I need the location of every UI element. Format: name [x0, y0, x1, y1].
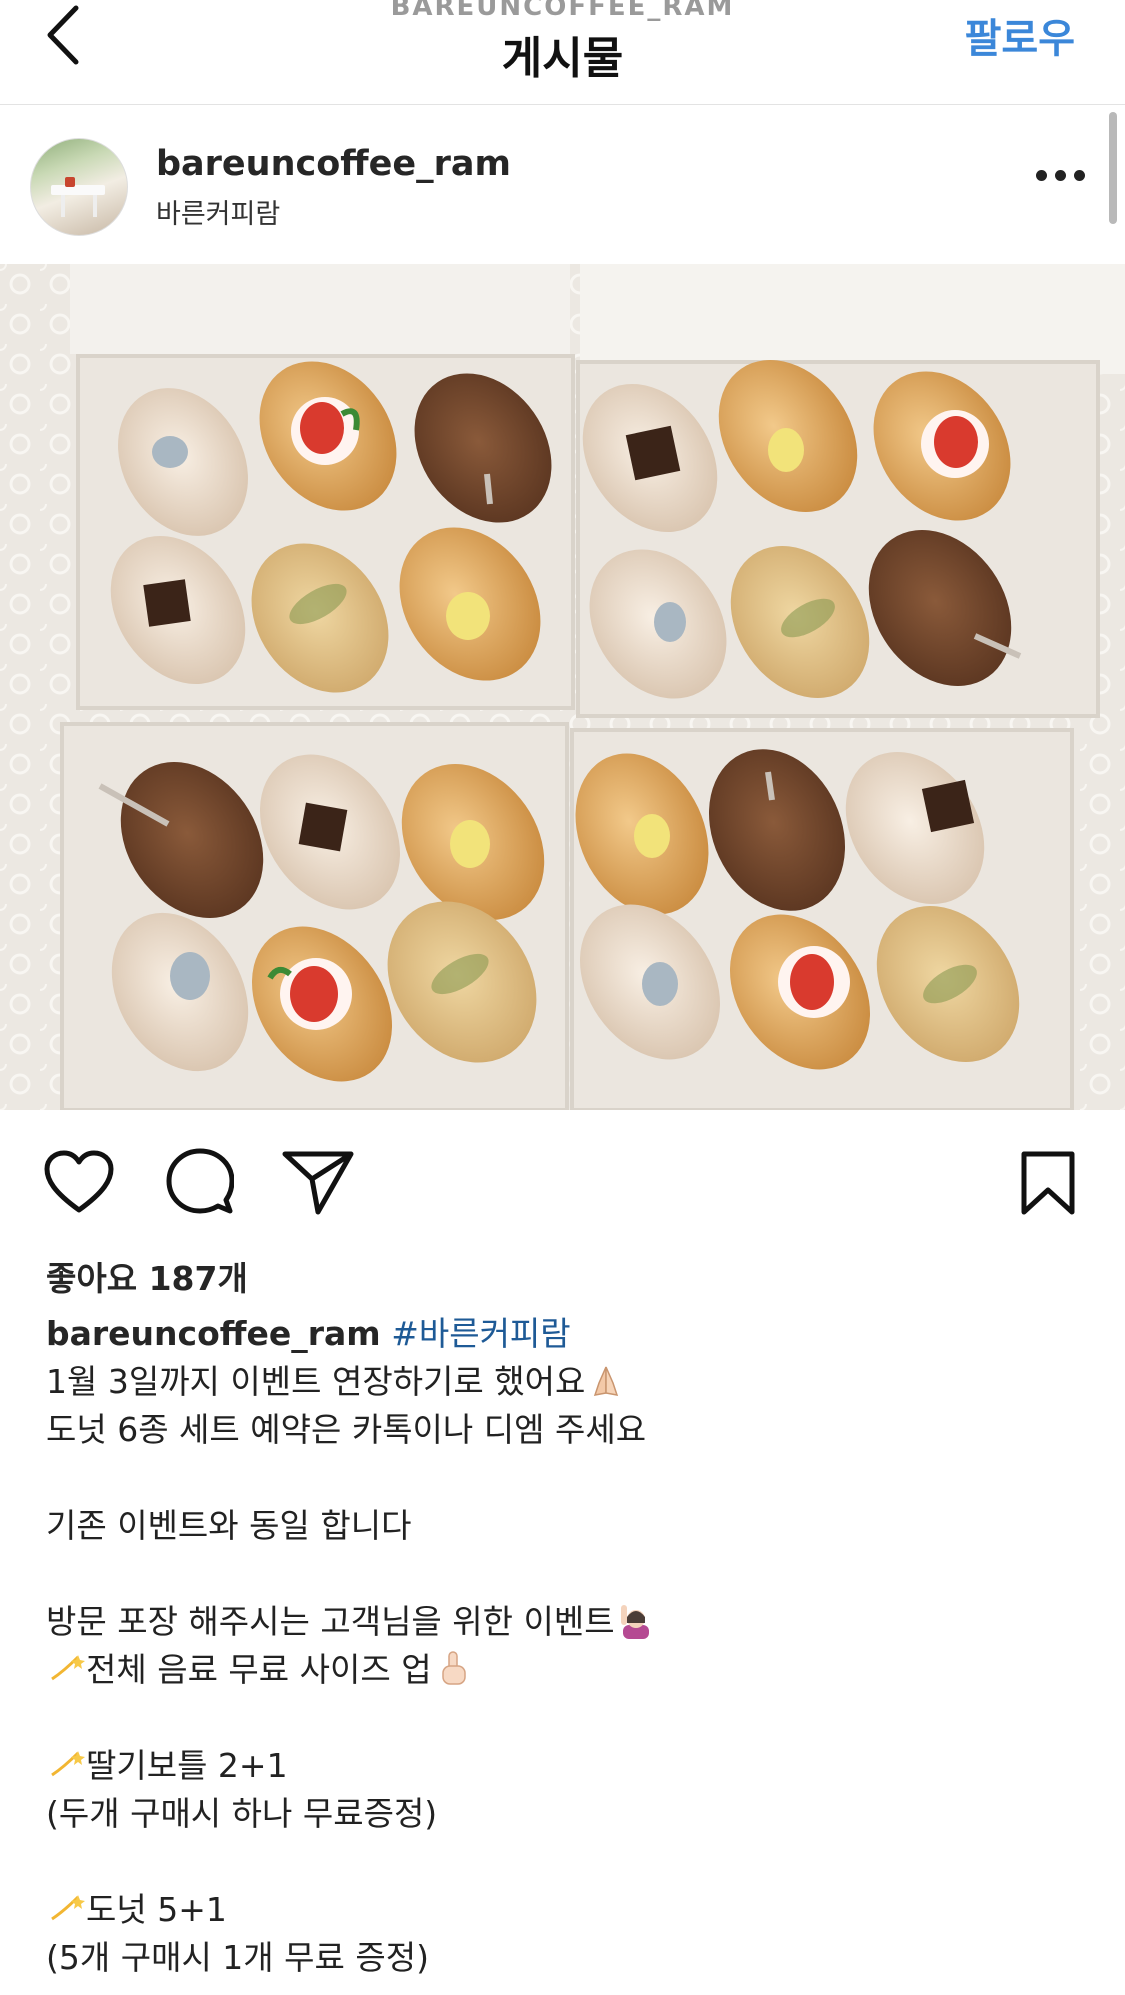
post-caption: bareuncoffee_ram #바른커피람 1월 3일까지 이벤트 연장하기… — [46, 1310, 1086, 1982]
caption-line-8 — [46, 1694, 1086, 1742]
avatar[interactable] — [30, 138, 128, 236]
dizzy-star-emoji — [51, 1751, 85, 1777]
post-username[interactable]: bareuncoffee_ram — [156, 144, 511, 184]
follow-button[interactable]: 팔로우 — [965, 6, 1075, 64]
caption-line-6: 방문 포장 해주시는 고객님을 위한 이벤트 — [46, 1598, 1086, 1646]
scrollbar[interactable] — [1109, 112, 1117, 224]
more-options-icon[interactable] — [1036, 170, 1086, 184]
caption-hashtag[interactable]: #바른커피람 — [391, 1314, 570, 1353]
caption-line-2: 도넛 6종 세트 예약은 카톡이나 디엠 주세요 — [46, 1410, 647, 1449]
caption-line-11 — [46, 1838, 1086, 1886]
caption-line-12: 도넛 5+1 — [46, 1886, 1086, 1934]
top-header: BAREUNCOFFEE_RAM 게시물 팔로우 — [0, 0, 1125, 105]
caption-header: bareuncoffee_ram #바른커피람 — [46, 1310, 1086, 1358]
post-actions — [0, 1110, 1125, 1260]
dizzy-star-emoji — [51, 1655, 85, 1681]
comment-bubble-icon[interactable] — [166, 1148, 234, 1216]
caption-line-7: 전체 음료 무료 사이즈 업 — [46, 1646, 1086, 1694]
caption-line-4: 기존 이벤트와 동일 합니다 — [46, 1506, 412, 1545]
page-title: 게시물 — [501, 33, 624, 84]
account-subtitle: BAREUNCOFFEE_RAM — [390, 0, 735, 22]
person-raising-hand-emoji — [620, 1605, 649, 1639]
pointing-up-emoji — [441, 1651, 466, 1685]
post-header: bareuncoffee_ram 바른커피람 — [0, 104, 1125, 264]
like-count[interactable]: 좋아요 187개 — [46, 1252, 248, 1300]
caption-line-13: (5개 구매시 1개 무료 증정) — [46, 1938, 429, 1977]
caption-line-3 — [46, 1454, 1086, 1502]
heart-icon[interactable] — [44, 1150, 114, 1214]
post-photo[interactable] — [0, 264, 1125, 1110]
caption-line-1: 1월 3일까지 이벤트 연장하기로 했어요 — [46, 1358, 1086, 1406]
caption-line-9: 딸기보틀 2+1 — [46, 1742, 1086, 1790]
donut-box-photo — [0, 264, 1125, 1110]
paper-plane-icon[interactable] — [282, 1148, 354, 1216]
folded-hands-emoji — [594, 1366, 619, 1396]
bookmark-icon[interactable] — [1020, 1150, 1076, 1216]
dizzy-star-emoji — [51, 1895, 85, 1921]
caption-line-10: (두개 구매시 하나 무료증정) — [46, 1794, 438, 1833]
post-location[interactable]: 바른커피람 — [156, 192, 280, 231]
caption-username[interactable]: bareuncoffee_ram — [46, 1314, 381, 1353]
caption-line-5 — [46, 1550, 1086, 1598]
